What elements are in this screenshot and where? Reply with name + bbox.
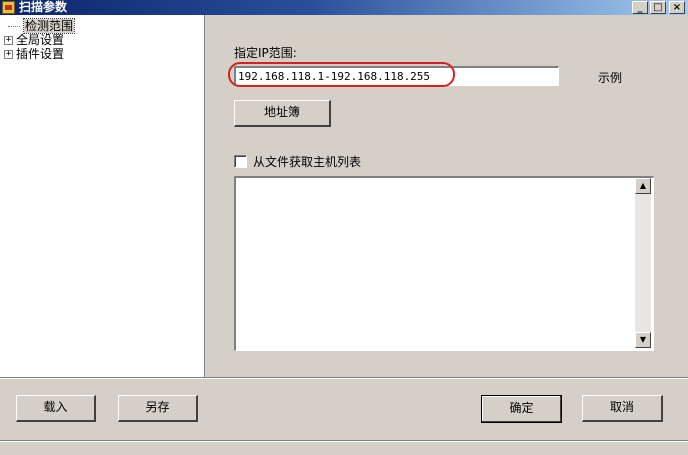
tree-connector [8,26,20,27]
app-icon [2,1,15,14]
tree-item-scan-range[interactable]: 检测范围 [0,18,204,34]
divider-highlight [0,441,688,442]
load-button[interactable]: 载入 [16,395,96,422]
save-as-button[interactable]: 另存 [118,395,198,422]
tree-item-plugin-settings[interactable]: + 插件设置 [0,47,204,61]
close-button[interactable]: × [669,1,685,14]
ok-button[interactable]: 确定 [481,395,562,423]
example-label: 示例 [598,71,623,85]
title-bar [0,0,688,15]
tree-item-label: 插件设置 [16,47,65,61]
expand-plus-icon[interactable]: + [4,50,13,59]
tree-item-global-settings[interactable]: + 全局设置 [0,33,204,47]
cancel-button[interactable]: 取消 [582,395,663,422]
scroll-up-arrow-icon[interactable]: ▲ [635,178,651,194]
ip-range-label: 指定IP范围: [234,46,297,60]
divider-highlight [0,378,688,379]
address-book-button[interactable]: 地址簿 [234,100,331,127]
tree-item-label: 检测范围 [22,18,76,34]
host-list-textarea[interactable] [234,176,654,351]
window-title: 扫描参数 [19,0,68,14]
tree-item-label: 全局设置 [16,33,65,47]
expand-plus-icon[interactable]: + [4,36,13,45]
ip-range-input[interactable]: 192.168.118.1-192.168.118.255 [234,66,559,86]
from-file-checkbox-label[interactable]: 从文件获取主机列表 [253,153,361,170]
minimize-button[interactable]: _ [632,1,648,14]
from-file-checkbox[interactable] [234,155,247,168]
maximize-button[interactable]: □ [650,1,666,14]
scrollbar-track[interactable] [635,194,651,332]
settings-tree: 检测范围 + 全局设置 + 插件设置 [0,15,205,377]
scroll-down-arrow-icon[interactable]: ▼ [635,332,651,348]
